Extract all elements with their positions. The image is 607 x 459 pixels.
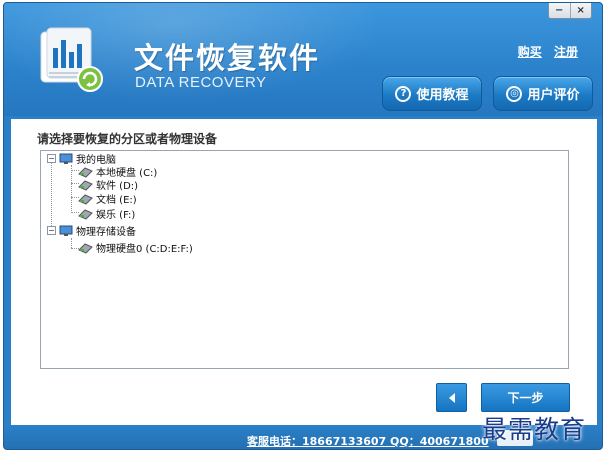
top-links: 购买 注册 [510, 43, 578, 60]
tree-node-drive-d[interactable]: 软件 (D:) [77, 178, 139, 192]
chat-icon: ◎ [506, 85, 523, 102]
tree-node-drive-e[interactable]: 文档 (E:) [77, 192, 137, 206]
window-controls: − × [548, 3, 592, 19]
tree-label: 物理硬盘0 (C:D:E:F:) [96, 244, 193, 255]
review-button[interactable]: ◎ 用户评价 [493, 76, 593, 111]
tree-node-drive-f[interactable]: 娱乐 (F:) [77, 207, 136, 221]
help-icon: ? [395, 85, 412, 102]
arrow-left-icon [448, 392, 455, 403]
disk-icon [78, 208, 93, 220]
tutorial-button[interactable]: ? 使用教程 [382, 76, 482, 111]
tree-node-physical-disk[interactable]: 物理硬盘0 (C:D:E:F:) [77, 241, 193, 255]
tutorial-label: 使用教程 [416, 88, 469, 103]
device-tree[interactable]: − 我的电脑 本地硬盘 (C:) 软件 (D:) 文档 (E:) 娱乐 (F:)… [40, 150, 569, 369]
tree-label: 软件 (D:) [96, 181, 139, 192]
close-button[interactable]: × [569, 3, 592, 18]
next-button[interactable]: 下一步 [481, 383, 570, 412]
back-button[interactable] [436, 383, 467, 412]
tree-label: 文档 (E:) [96, 195, 137, 206]
minimize-button[interactable]: − [549, 3, 570, 18]
review-label: 用户评价 [527, 88, 580, 103]
app-window: − × 文件恢复软件 DATA RECOVERY 购买 注册 ? 使用教程 ◎ … [3, 2, 603, 450]
app-title: 文件恢复软件 [134, 41, 321, 75]
computer-icon [59, 225, 73, 236]
buy-link[interactable]: 购买 [518, 45, 542, 59]
tree-node-physical[interactable]: − 物理存储设备 [47, 224, 136, 238]
collapse-toggle[interactable]: − [47, 226, 56, 235]
watermark-text: 最需教育 [482, 415, 587, 444]
computer-icon [59, 153, 73, 164]
disk-icon [78, 193, 93, 205]
tree-label: 物理存储设备 [76, 227, 136, 238]
tree-line [71, 165, 72, 213]
header-banner: − × 文件恢复软件 DATA RECOVERY 购买 注册 ? 使用教程 ◎ … [4, 3, 602, 116]
tree-line [71, 238, 72, 248]
tree-label: 娱乐 (F:) [96, 210, 136, 221]
disk-icon [78, 242, 93, 254]
app-logo-icon [40, 27, 103, 92]
tree-line [51, 163, 52, 230]
select-prompt: 请选择要恢复的分区或者物理设备 [37, 132, 218, 146]
disk-icon [78, 166, 93, 178]
support-contact[interactable]: 客服电话：18667133607 QQ：400671800 [247, 433, 489, 449]
main-panel: 请选择要恢复的分区或者物理设备 − 我的电脑 本地硬盘 (C:) 软件 (D:)… [11, 119, 597, 425]
collapse-toggle[interactable]: − [47, 154, 56, 163]
app-subtitle: DATA RECOVERY [135, 74, 267, 91]
register-link[interactable]: 注册 [554, 45, 578, 59]
disk-icon [78, 179, 93, 191]
